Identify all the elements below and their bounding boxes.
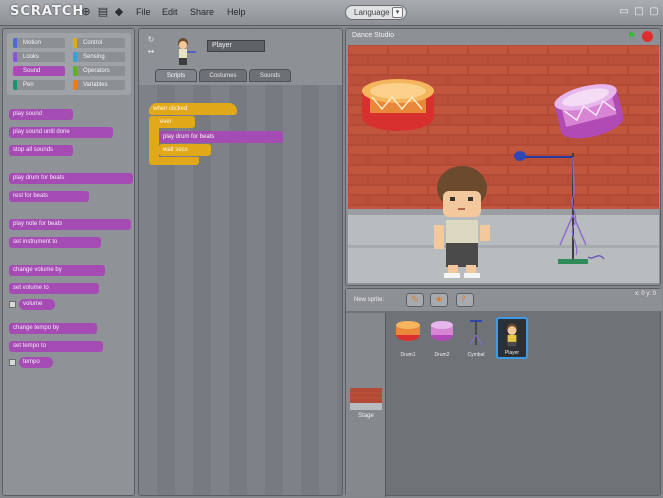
category-looks[interactable]: Looks <box>13 52 65 62</box>
sprite-list-panel: New sprite: ✎ ★ ? x: 0 y: 0 Stage Drum1 … <box>345 288 662 497</box>
volume-checkbox[interactable] <box>9 301 16 308</box>
green-flag-icon[interactable]: ⚑ <box>627 31 638 42</box>
sprite-tile-cymbal[interactable]: Cymbal <box>460 317 492 359</box>
globe-icon[interactable]: ⊕ <box>80 6 92 18</box>
cymbal-thumbnail <box>469 320 483 346</box>
flip-icon[interactable]: ↔ <box>145 46 157 58</box>
block-rest-for-beats[interactable]: rest for beats <box>9 191 89 202</box>
category-selector: Motion Control Looks Sensing Sound Opera… <box>7 33 131 95</box>
category-control[interactable]: Control <box>73 38 125 48</box>
tempo-checkbox[interactable] <box>9 359 16 366</box>
save-icon[interactable]: ▤ <box>97 6 109 18</box>
rotation-style-icon[interactable]: ↻ <box>145 34 157 46</box>
category-pen[interactable]: Pen <box>13 80 65 90</box>
stage-panel: Dance Studio ⚑ <box>345 28 661 286</box>
category-motion[interactable]: Motion <box>13 38 65 48</box>
menu-bar: SCRATCH ⊕ ▤ ◆ File Edit Share Help Langu… <box>0 0 663 26</box>
player-thumbnail <box>506 323 518 347</box>
tab-sounds[interactable]: Sounds <box>249 69 291 82</box>
sprite-tile-drum2[interactable]: Drum2 <box>426 317 458 359</box>
tab-scripts[interactable]: Scripts <box>155 69 197 82</box>
category-operators[interactable]: Operators <box>73 66 125 76</box>
drum2-thumbnail <box>431 321 453 341</box>
block-change-tempo[interactable]: change tempo by <box>9 323 97 334</box>
menu-share[interactable]: Share <box>190 7 214 17</box>
block-change-volume[interactable]: change volume by <box>9 265 105 276</box>
block-wait[interactable]: wait secs <box>159 144 211 156</box>
presentation-mode-icon[interactable]: ▢ <box>648 6 660 18</box>
category-sensing[interactable]: Sensing <box>73 52 125 62</box>
normal-stage-icon[interactable]: □ <box>633 6 645 18</box>
block-set-instrument[interactable]: set instrument to <box>9 237 101 248</box>
menu-file[interactable]: File <box>136 7 151 17</box>
sprite-tile-label: Cymbal <box>467 352 485 358</box>
mouse-coordinates: x: 0 y: 0 <box>634 291 656 297</box>
block-play-sound-until-done[interactable]: play sound until done <box>9 127 113 138</box>
share-icon[interactable]: ◆ <box>113 6 125 18</box>
new-sprite-label: New sprite: <box>354 297 385 303</box>
block-play-drum-script[interactable]: play drum for beats <box>159 131 283 143</box>
stage-canvas[interactable] <box>348 45 659 283</box>
reporter-tempo[interactable]: tempo <box>19 357 53 368</box>
script-canvas[interactable]: when clicked forever play drum for beats… <box>139 85 342 495</box>
reporter-volume[interactable]: volume <box>19 299 55 310</box>
block-play-note[interactable]: play note for beats <box>9 219 131 230</box>
forever-c-bottom <box>149 157 199 165</box>
drum1-thumbnail <box>396 321 420 341</box>
menu-help[interactable]: Help <box>227 7 246 17</box>
surprise-sprite-button[interactable]: ? <box>456 293 474 307</box>
sprite-thumbnail <box>178 38 196 65</box>
stage-selector[interactable]: Stage <box>346 313 386 497</box>
block-play-drum[interactable]: play drum for beats <box>9 173 133 184</box>
chevron-down-icon: ▾ <box>392 7 403 18</box>
sprite-tile-drum1[interactable]: Drum1 <box>392 317 424 359</box>
choose-sprite-button[interactable]: ★ <box>430 293 448 307</box>
block-palette: Motion Control Looks Sensing Sound Opera… <box>2 28 135 496</box>
new-sprite-toolbar: New sprite: ✎ ★ ? x: 0 y: 0 <box>346 289 662 311</box>
stage-title: Dance Studio <box>352 32 395 39</box>
menu-edit[interactable]: Edit <box>162 7 178 17</box>
block-play-sound[interactable]: play sound <box>9 109 73 120</box>
block-stop-all-sounds[interactable]: stop all sounds <box>9 145 73 156</box>
tab-costumes[interactable]: Costumes <box>199 69 247 82</box>
folder-star-icon: ★ <box>435 295 444 305</box>
stage-label: Stage <box>358 413 374 419</box>
stop-icon[interactable] <box>642 31 653 42</box>
paintbrush-icon: ✎ <box>411 295 419 305</box>
category-variables[interactable]: Variables <box>73 80 125 90</box>
hat-when-flag-clicked[interactable]: when clicked <box>149 103 237 115</box>
orange-drum-sprite[interactable] <box>362 79 434 131</box>
language-label: Language <box>354 8 390 17</box>
sprite-info-header: ↻ ↔ Player Scripts Costumes Sounds <box>139 29 342 85</box>
language-select[interactable]: Language ▾ <box>345 5 407 20</box>
scratch-app: SCRATCH ⊕ ▤ ◆ File Edit Share Help Langu… <box>0 0 663 498</box>
sprite-tile-player[interactable]: Player <box>496 317 528 359</box>
small-stage-icon[interactable]: ▭ <box>618 6 630 18</box>
question-icon: ? <box>461 295 466 305</box>
scripts-area: ↻ ↔ Player Scripts Costumes Sounds when … <box>138 28 343 496</box>
sprite-tile-label: Drum2 <box>434 352 450 358</box>
sprite-tile-label: Player <box>504 350 520 356</box>
category-sound[interactable]: Sound <box>13 66 65 76</box>
paint-new-sprite-button[interactable]: ✎ <box>406 293 424 307</box>
block-set-tempo[interactable]: set tempo to <box>9 341 103 352</box>
stage-scene <box>348 45 659 283</box>
block-set-volume[interactable]: set volume to <box>9 283 99 294</box>
sprite-tile-label: Drum1 <box>400 352 416 358</box>
sprite-name-field[interactable]: Player <box>207 40 265 52</box>
stage-thumbnail <box>350 388 382 410</box>
app-logo: SCRATCH <box>10 4 85 19</box>
